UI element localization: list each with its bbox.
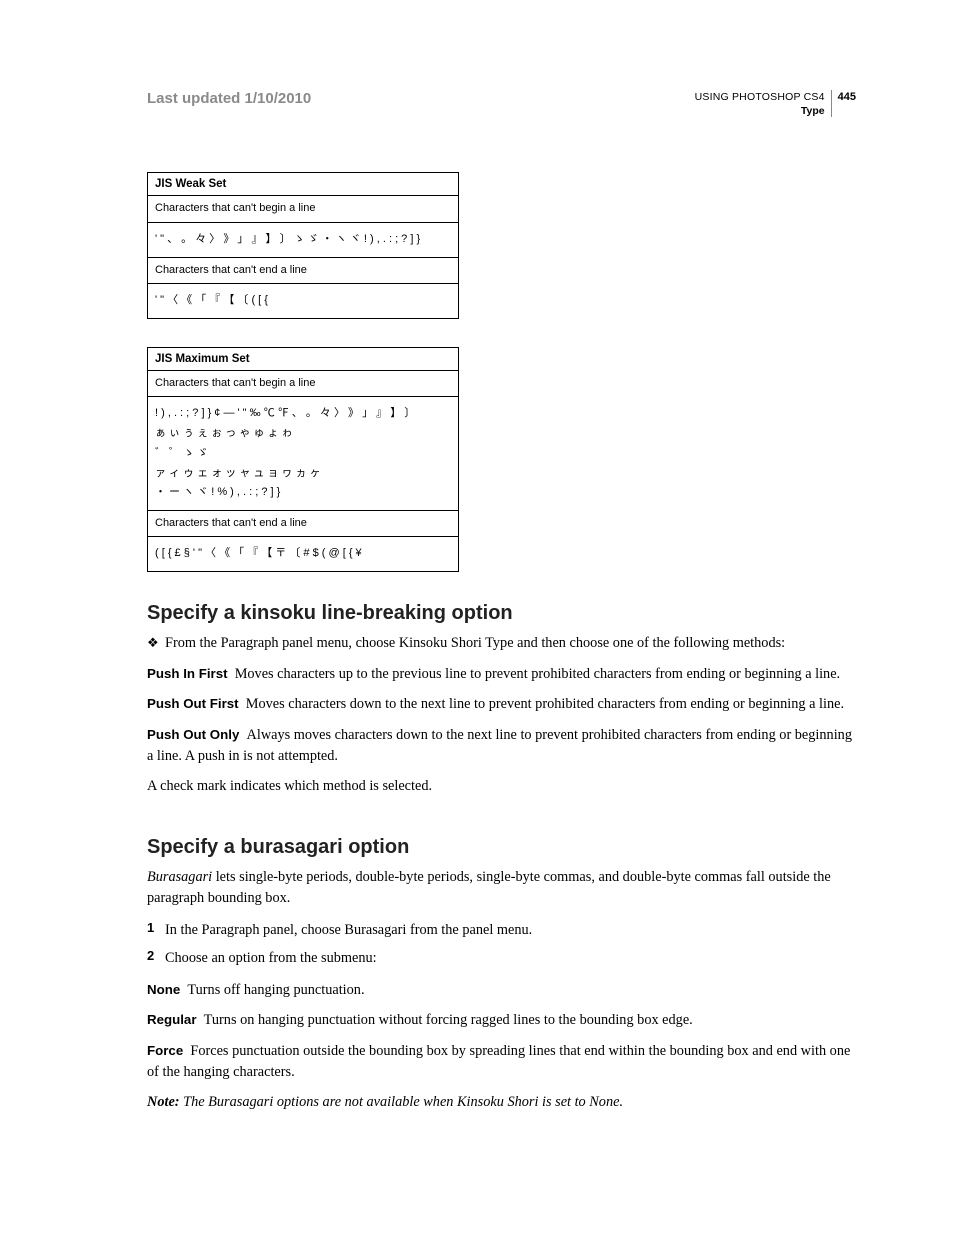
kinsoku-intro: From the Paragraph panel menu, choose Ki…: [165, 633, 785, 654]
burasagari-note: Note: The Burasagari options are not ava…: [147, 1092, 856, 1113]
header-divider: [831, 90, 832, 117]
kinsoku-heading: Specify a kinsoku line-breaking option: [147, 602, 856, 625]
burasagari-step-2: Choose an option from the submenu:: [165, 948, 377, 969]
diamond-bullet-icon: ❖: [147, 633, 165, 654]
jis-max-end-label: Characters that can't end a line: [148, 511, 459, 537]
jis-weak-begin-label: Characters that can't begin a line: [148, 196, 459, 222]
burasagari-step-1: In the Paragraph panel, choose Burasagar…: [165, 920, 532, 941]
jis-max-begin-chars: ! ) , . : ; ? ] } ¢ — ' " ‰ ℃ ℉ 、 。 々 〉 …: [148, 397, 459, 511]
burasagari-none: None Turns off hanging punctuation.: [147, 980, 856, 1001]
kinsoku-push-out-first: Push Out First Moves characters down to …: [147, 694, 856, 715]
jis-weak-table: JIS Weak Set Characters that can't begin…: [147, 172, 459, 318]
jis-weak-end-chars: ' " 〈 《 「 『 【 〔 ( [ {: [148, 283, 459, 318]
jis-max-title: JIS Maximum Set: [148, 347, 459, 370]
jis-weak-end-label: Characters that can't end a line: [148, 257, 459, 283]
jis-max-end-chars: ( [ { £ § ' " 〈 《 「 『 【 〒 〔 # $ ( @ [ { …: [148, 537, 459, 572]
page-header: Last updated 1/10/2010 USING PHOTOSHOP C…: [147, 90, 856, 118]
kinsoku-tail: A check mark indicates which method is s…: [147, 776, 856, 797]
burasagari-steps: In the Paragraph panel, choose Burasagar…: [147, 920, 856, 970]
kinsoku-push-out-only: Push Out Only Always moves characters do…: [147, 725, 856, 768]
page-number: 445: [838, 90, 856, 103]
burasagari-force: Force Forces punctuation outside the bou…: [147, 1041, 856, 1084]
jis-max-table: JIS Maximum Set Characters that can't be…: [147, 347, 459, 573]
burasagari-intro: Burasagari lets single-byte periods, dou…: [147, 867, 856, 910]
burasagari-regular: Regular Turns on hanging punctuation wit…: [147, 1010, 856, 1031]
last-updated: Last updated 1/10/2010: [147, 90, 311, 107]
jis-max-begin-label: Characters that can't begin a line: [148, 370, 459, 396]
jis-weak-title: JIS Weak Set: [148, 173, 459, 196]
kinsoku-push-in-first: Push In First Moves characters up to the…: [147, 664, 856, 685]
doc-title: USING PHOTOSHOP CS4: [695, 90, 825, 104]
jis-weak-begin-chars: ' " 、 。 々 〉 》 」 』 】 〕 ゝ ゞ ・ ヽ ヾ ! ) , . …: [148, 222, 459, 257]
burasagari-heading: Specify a burasagari option: [147, 836, 856, 859]
doc-section: Type: [695, 104, 825, 118]
